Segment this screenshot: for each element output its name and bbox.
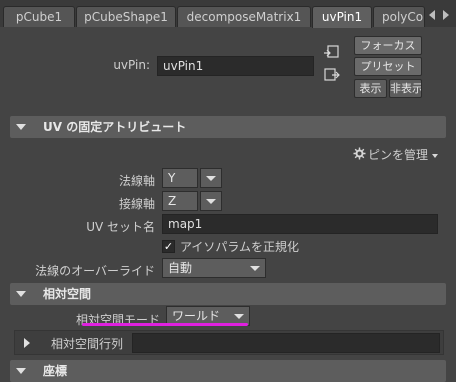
tangent-axis-label: 接線軸 — [118, 197, 155, 211]
focus-selected-icon[interactable] — [323, 44, 341, 60]
tab-pcubeshape1[interactable]: pCubeShape1 — [76, 6, 176, 27]
normal-override-label: 法線のオーバーライド — [35, 264, 155, 278]
tab-bar: pCube1 pCubeShape1 decomposeMatrix1 uvPi… — [0, 0, 456, 28]
normal-axis-dropdown-icon[interactable] — [200, 168, 222, 188]
normal-override-dropdown-icon — [245, 259, 265, 277]
pin-manage-menu[interactable]: ピンを管理 — [368, 146, 438, 163]
normal-axis-label: 法線軸 — [118, 174, 155, 188]
node-name-field[interactable]: uvPin1 — [157, 56, 314, 76]
collapse-arrow-icon — [16, 291, 26, 297]
focus-button[interactable]: フォーカス — [354, 36, 422, 55]
normal-override-value: 自動 — [168, 261, 193, 275]
tab-pcube1[interactable]: pCube1 — [3, 6, 75, 27]
uv-fixed-attributes-header[interactable]: UV の固定アトリビュート — [10, 116, 446, 138]
expand-arrow-icon — [24, 338, 30, 348]
coordinates-title: 座標 — [43, 364, 68, 378]
normal-axis-value[interactable]: Y — [162, 168, 198, 188]
dropdown-arrow-icon — [431, 153, 438, 158]
highlight-underline — [82, 323, 248, 326]
relative-space-mode-value: ワールド — [172, 309, 221, 323]
relative-space-matrix-frame[interactable]: 相対空間行列 — [14, 330, 444, 355]
normal-override-combo[interactable]: 自動 — [162, 258, 266, 278]
tab-scroll-left-icon[interactable] — [429, 10, 435, 20]
tab-uvpin1[interactable]: uvPin1 — [312, 6, 372, 28]
relative-space-matrix-field[interactable] — [132, 333, 440, 353]
relative-space-header[interactable]: 相対空間 — [10, 283, 446, 305]
uv-fixed-attributes-title: UV の固定アトリビュート — [43, 120, 187, 134]
normalize-isoparm-checkbox[interactable]: ✓ — [162, 240, 175, 253]
tab-decomposematrix1[interactable]: decomposeMatrix1 — [177, 6, 311, 27]
pin-manage-label: ピンを管理 — [368, 148, 429, 162]
tab-polyco[interactable]: polyCo — [373, 6, 425, 27]
gear-icon — [353, 147, 366, 160]
hide-button[interactable]: 非表示 — [389, 79, 422, 98]
relative-space-title: 相対空間 — [43, 287, 92, 301]
tangent-axis-dropdown-icon[interactable] — [200, 191, 222, 211]
show-button[interactable]: 表示 — [354, 79, 387, 98]
coordinates-header[interactable]: 座標 — [10, 360, 446, 382]
relative-space-matrix-label: 相対空間行列 — [51, 337, 124, 351]
normalize-isoparm-label: アイソパラムを正規化 — [180, 240, 300, 254]
presets-button[interactable]: プリセット — [354, 57, 422, 76]
uv-set-name-label: UV セット名 — [86, 220, 155, 234]
node-type-label: uvPin: — [113, 58, 150, 72]
show-input-output-icon[interactable] — [323, 67, 341, 83]
collapse-arrow-icon — [16, 124, 26, 130]
uv-set-name-field[interactable]: map1 — [162, 214, 438, 234]
tangent-axis-value[interactable]: Z — [162, 191, 198, 211]
tab-scroll-right-icon[interactable] — [443, 10, 449, 20]
